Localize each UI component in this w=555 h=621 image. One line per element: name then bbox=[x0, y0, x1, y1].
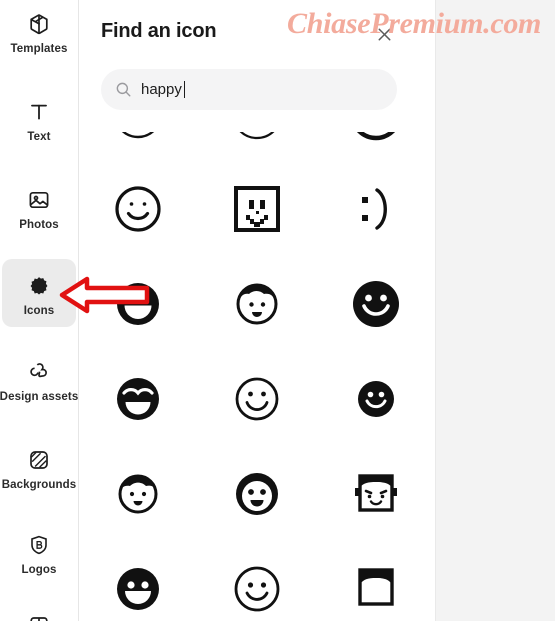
logos-icon bbox=[27, 530, 51, 560]
editor-canvas-area bbox=[435, 0, 555, 621]
search-icon bbox=[115, 81, 132, 98]
sidebar-item-label: Design assets bbox=[0, 390, 79, 403]
sidebar-item-text[interactable]: Text bbox=[2, 88, 76, 150]
icon-result-cell[interactable] bbox=[316, 541, 435, 621]
partial-icon bbox=[27, 612, 51, 621]
app-root: Templates Text Photos Icons Design asset… bbox=[0, 0, 555, 621]
icon-result-cell[interactable] bbox=[79, 351, 198, 446]
icon-result-cell[interactable] bbox=[316, 132, 435, 161]
panel-header: Find an icon bbox=[79, 0, 435, 66]
icon-result-cell[interactable] bbox=[316, 161, 435, 256]
sidebar-item-logos[interactable]: Logos bbox=[2, 521, 76, 583]
sidebar-item-icons[interactable]: Icons bbox=[2, 259, 76, 327]
icon-result-cell[interactable] bbox=[79, 446, 198, 541]
left-sidebar: Templates Text Photos Icons Design asset… bbox=[0, 0, 79, 621]
search-field-wrapper: happy bbox=[101, 69, 397, 110]
icon-result-cell[interactable] bbox=[79, 132, 198, 161]
sidebar-item-label: Backgrounds bbox=[1, 478, 77, 491]
icon-result-cell[interactable] bbox=[198, 446, 317, 541]
icon-result-cell[interactable] bbox=[316, 351, 435, 446]
icon-results-list[interactable] bbox=[79, 132, 435, 621]
icon-result-cell[interactable] bbox=[79, 541, 198, 621]
templates-icon bbox=[27, 9, 51, 39]
icon-result-cell[interactable] bbox=[198, 351, 317, 446]
sidebar-item-label: Photos bbox=[19, 218, 59, 231]
find-icon-panel: Find an icon happy bbox=[79, 0, 435, 621]
sidebar-item-label: Logos bbox=[21, 563, 57, 576]
text-icon bbox=[27, 97, 51, 127]
sidebar-item-design-assets[interactable]: Design assets bbox=[0, 348, 79, 410]
backgrounds-icon bbox=[27, 445, 51, 475]
sidebar-item-templates[interactable]: Templates bbox=[2, 0, 76, 62]
sidebar-item-label: Icons bbox=[23, 304, 55, 317]
icon-result-cell[interactable] bbox=[316, 256, 435, 351]
icon-result-cell[interactable] bbox=[198, 256, 317, 351]
sidebar-item-label: Text bbox=[27, 130, 51, 143]
photos-icon bbox=[27, 185, 51, 215]
search-input[interactable]: happy bbox=[101, 69, 397, 110]
text-cursor bbox=[183, 81, 186, 98]
close-icon[interactable] bbox=[371, 21, 397, 47]
icon-result-cell[interactable] bbox=[198, 132, 317, 161]
icon-result-cell[interactable] bbox=[198, 161, 317, 256]
icons-icon bbox=[26, 271, 52, 301]
icon-result-cell[interactable] bbox=[316, 446, 435, 541]
icon-results-grid bbox=[79, 132, 435, 621]
sidebar-item-partial[interactable] bbox=[2, 604, 76, 621]
icon-result-cell[interactable] bbox=[79, 256, 198, 351]
icon-result-cell[interactable] bbox=[79, 161, 198, 256]
sidebar-item-label: Templates bbox=[10, 42, 68, 55]
design-assets-icon bbox=[27, 357, 51, 387]
icon-result-cell[interactable] bbox=[198, 541, 317, 621]
search-value: happy bbox=[141, 81, 182, 98]
sidebar-item-backgrounds[interactable]: Backgrounds bbox=[2, 436, 76, 498]
sidebar-item-photos[interactable]: Photos bbox=[2, 176, 76, 238]
page-title: Find an icon bbox=[101, 20, 217, 42]
